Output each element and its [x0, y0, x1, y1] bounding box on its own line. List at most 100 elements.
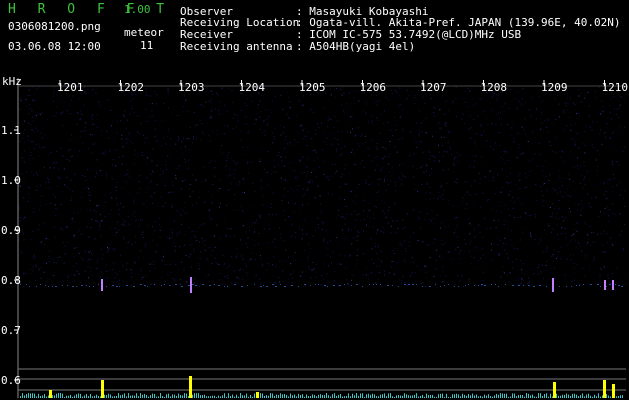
noise-dot: [579, 246, 581, 248]
noise-dot: [571, 281, 573, 282]
noise-dot: [497, 244, 499, 245]
carrier-dot: [272, 284, 274, 285]
amplitude-bar: [156, 396, 157, 398]
noise-dot: [38, 155, 40, 157]
noise-dot: [192, 204, 194, 206]
noise-dot: [61, 191, 63, 193]
noise-dot: [552, 150, 554, 152]
noise-dot: [567, 195, 569, 196]
noise-dot: [394, 89, 396, 91]
noise-dot: [252, 182, 254, 184]
noise-dot: [40, 242, 42, 244]
noise-dot: [363, 218, 365, 220]
noise-dot: [143, 203, 145, 205]
noise-dot: [621, 230, 623, 232]
noise-dot: [237, 162, 239, 164]
noise-dot: [302, 156, 304, 158]
noise-dot: [73, 236, 75, 238]
noise-dot: [540, 272, 542, 274]
noise-dot: [43, 223, 45, 225]
noise-dot: [501, 168, 503, 170]
noise-dot: [293, 190, 295, 192]
noise-dot: [98, 229, 100, 231]
noise-dot: [383, 156, 385, 158]
amplitude-bar: [74, 395, 75, 398]
noise-dot: [222, 254, 224, 256]
noise-dot: [373, 217, 375, 219]
noise-dot: [327, 116, 329, 118]
noise-dot: [548, 222, 550, 224]
noise-dot: [58, 97, 60, 99]
noise-dot: [76, 247, 78, 249]
noise-dot: [329, 118, 331, 120]
amplitude-bar: [494, 395, 495, 398]
noise-dot: [188, 188, 190, 190]
noise-dot: [99, 170, 101, 172]
noise-dot: [569, 240, 571, 242]
noise-dot: [115, 165, 117, 167]
noise-dot: [82, 174, 84, 176]
noise-dot: [545, 264, 547, 266]
noise-dot: [294, 212, 295, 213]
noise-dot: [73, 234, 75, 236]
noise-dot: [519, 179, 521, 181]
noise-dot: [482, 237, 484, 239]
noise-dot: [363, 110, 364, 112]
noise-dot: [519, 239, 521, 241]
noise-dot: [200, 224, 202, 226]
noise-dot: [278, 164, 280, 166]
noise-dot: [85, 271, 86, 273]
noise-dot: [400, 282, 402, 284]
carrier-dot: [52, 286, 53, 287]
noise-dot: [436, 131, 437, 133]
noise-dot: [240, 268, 242, 270]
noise-dot: [27, 94, 29, 96]
noise-dot: [419, 141, 421, 143]
noise-dot: [482, 110, 484, 112]
noise-dot: [300, 172, 302, 174]
noise-dot: [401, 183, 402, 185]
amplitude-bar: [390, 393, 391, 398]
noise-dot: [556, 258, 558, 259]
noise-dot: [389, 144, 391, 146]
noise-dot: [321, 107, 323, 109]
noise-dot: [91, 218, 93, 220]
noise-dot: [217, 94, 219, 96]
carrier-dot: [140, 284, 142, 285]
noise-dot: [323, 133, 324, 135]
noise-dot: [135, 165, 137, 167]
noise-dot: [53, 261, 55, 263]
noise-dot: [347, 130, 349, 132]
noise-dot: [255, 244, 257, 246]
noise-dot: [465, 243, 467, 245]
noise-dot: [564, 274, 566, 276]
noise-dot: [256, 112, 258, 114]
noise-dot: [332, 143, 334, 145]
noise-dot: [381, 167, 383, 169]
noise-dot: [612, 146, 614, 148]
noise-dot: [133, 199, 135, 201]
noise-dot: [375, 246, 377, 248]
noise-dot: [337, 244, 339, 246]
noise-dot: [606, 233, 608, 234]
noise-dot: [511, 127, 513, 129]
noise-dot: [186, 281, 188, 283]
noise-dot: [470, 240, 472, 242]
carrier-dot: [609, 284, 611, 285]
amplitude-bar: [260, 393, 261, 398]
noise-dot: [101, 220, 103, 222]
noise-dot: [108, 248, 110, 250]
noise-dot: [394, 116, 395, 118]
noise-dot: [517, 91, 519, 93]
noise-dot: [70, 200, 71, 201]
noise-dot: [170, 236, 172, 238]
carrier-dot: [398, 286, 399, 287]
noise-dot: [510, 173, 512, 175]
noise-dot: [413, 153, 415, 155]
noise-dot: [603, 182, 605, 184]
noise-dot: [236, 242, 238, 244]
noise-dot: [24, 129, 26, 131]
noise-dot: [425, 132, 427, 134]
amplitude-bar: [268, 395, 269, 398]
noise-dot: [535, 216, 536, 218]
